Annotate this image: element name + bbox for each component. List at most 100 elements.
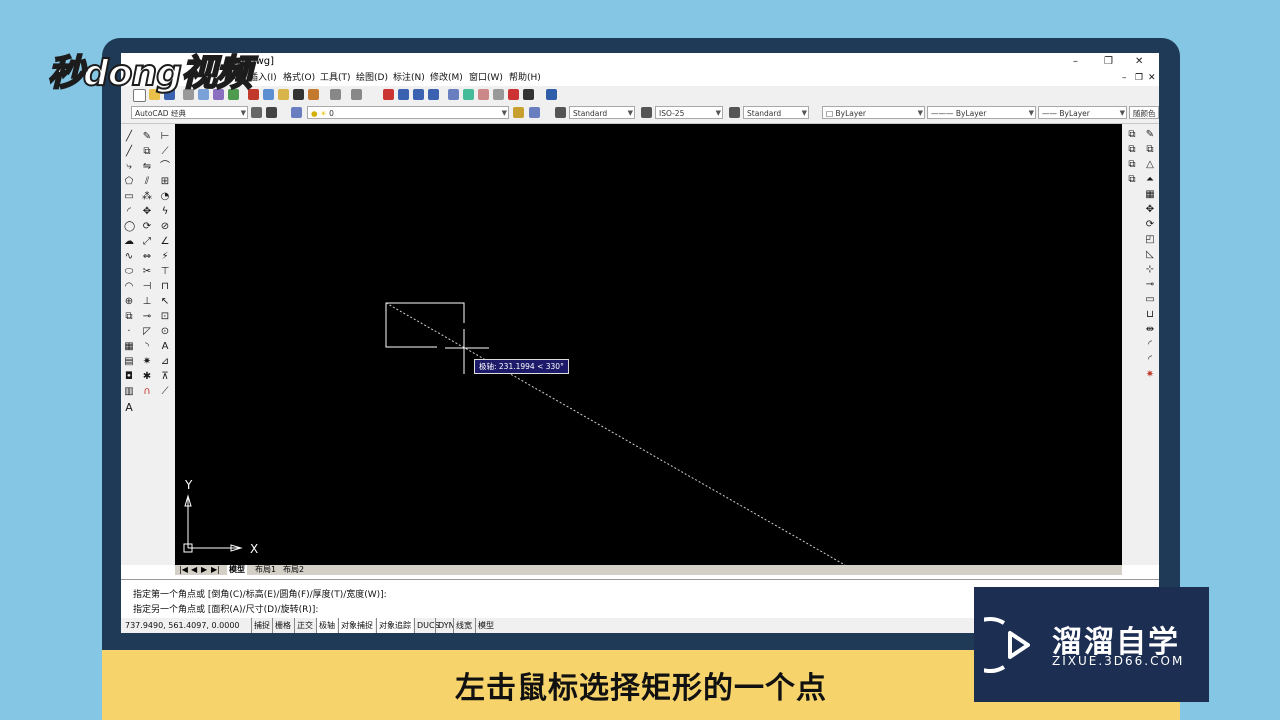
tab-model[interactable]: 模型 — [227, 565, 247, 575]
offset-icon[interactable]: ⫽ — [142, 177, 152, 187]
diameter-dim-icon[interactable]: ⊘ — [160, 222, 170, 232]
polygon-icon[interactable]: ⬠ — [124, 177, 134, 187]
tolerance-icon[interactable]: ⊡ — [160, 312, 170, 322]
scale-icon[interactable]: ◰ — [1145, 235, 1155, 245]
pan-icon[interactable] — [383, 89, 394, 100]
make-current-layer-icon[interactable] — [513, 107, 524, 118]
polyline-icon[interactable]: ⤷ — [124, 162, 134, 172]
insert-block-icon[interactable]: ⊕ — [124, 297, 134, 307]
ellipse-arc-icon[interactable]: ◠ — [124, 282, 134, 292]
trim-icon[interactable]: ⊹ — [1145, 265, 1155, 275]
close-button[interactable]: ✕ — [1135, 53, 1143, 70]
array-icon[interactable]: ⁂ — [142, 192, 152, 202]
join-icon[interactable]: ⊔ — [1145, 310, 1155, 320]
rotate-icon[interactable]: ⟳ — [1145, 220, 1155, 230]
dim-text-edit-icon[interactable]: ⊿ — [160, 357, 170, 367]
color-select[interactable]: □ ByLayer ▼ — [822, 106, 925, 119]
bring-front-icon[interactable]: ⧉ — [1127, 145, 1137, 155]
menu-dimension[interactable]: 标注(N) — [393, 70, 425, 86]
linetype-select[interactable]: ——— ByLayer ▼ — [927, 106, 1036, 119]
quick-dim-icon[interactable]: ⚡ — [160, 252, 170, 262]
continue-dim-icon[interactable]: ⊓ — [160, 282, 170, 292]
drawing-canvas[interactable]: Y X 极轴: 231.1994 < 330° — [175, 124, 1122, 565]
tool-palettes-icon[interactable] — [478, 89, 489, 100]
center-mark-icon[interactable]: ⊙ — [160, 327, 170, 337]
rotate-icon[interactable]: ⟳ — [142, 222, 152, 232]
layer-manager-icon[interactable] — [291, 107, 302, 118]
fillet-icon[interactable]: ◝ — [142, 342, 152, 352]
modify-properties-icon[interactable]: ✱ — [142, 372, 152, 382]
stretch-icon[interactable]: ⇔ — [142, 252, 152, 262]
baseline-dim-icon[interactable]: ⊤ — [160, 267, 170, 277]
menu-help[interactable]: 帮助(H) — [509, 70, 541, 86]
zoom-realtime-icon[interactable] — [398, 89, 409, 100]
tab-nav-prev[interactable]: ◀ — [189, 565, 199, 575]
sheet-set-icon[interactable] — [493, 89, 504, 100]
extend-icon[interactable]: ⊣ — [142, 282, 152, 292]
fillet-icon[interactable]: ◜ — [1145, 340, 1155, 350]
text-style-select[interactable]: Standard ▼ — [569, 106, 635, 119]
gradient-icon[interactable]: ▤ — [124, 357, 134, 367]
stretch-icon[interactable]: ◺ — [1145, 250, 1155, 260]
text-style-icon[interactable] — [555, 107, 566, 118]
revcloud-icon[interactable]: ☁ — [124, 237, 134, 247]
otrack-toggle[interactable]: 对象追踪 — [376, 618, 413, 633]
osnap-toggle[interactable]: 对象捕捉 — [338, 618, 375, 633]
extend-icon[interactable]: ⊸ — [1145, 280, 1155, 290]
magnet-icon[interactable]: ∩ — [142, 387, 152, 397]
paste-icon[interactable] — [278, 89, 289, 100]
tab-layout1[interactable]: 布局1 — [253, 565, 278, 575]
model-toggle[interactable]: 模型 — [475, 618, 496, 633]
region-icon[interactable]: ◘ — [124, 372, 134, 382]
layer-previous-icon[interactable] — [529, 107, 540, 118]
draw-order-icon[interactable]: ⧉ — [1127, 130, 1137, 140]
ortho-toggle[interactable]: 正交 — [294, 618, 315, 633]
join-icon[interactable]: ⊸ — [142, 312, 152, 322]
redo-icon[interactable] — [351, 89, 362, 100]
dim-edit-icon[interactable]: A — [160, 342, 170, 352]
break-icon[interactable]: ⊥ — [142, 297, 152, 307]
snap-toggle[interactable]: 捕捉 — [251, 618, 272, 633]
chamfer-icon[interactable]: ⇹ — [1145, 325, 1155, 335]
menu-draw[interactable]: 绘图(D) — [356, 70, 388, 86]
undo-icon[interactable] — [330, 89, 341, 100]
minimize-button[interactable]: – — [1073, 53, 1078, 70]
zoom-previous-icon[interactable] — [428, 89, 439, 100]
tab-nav-next[interactable]: ▶ — [199, 565, 209, 575]
menu-window[interactable]: 窗口(W) — [469, 70, 503, 86]
explode-icon[interactable]: ✷ — [142, 357, 152, 367]
properties-icon[interactable] — [448, 89, 459, 100]
jogged-dim-icon[interactable]: ϟ — [160, 207, 170, 217]
make-block-icon[interactable]: ⧉ — [124, 312, 134, 322]
design-center-icon[interactable] — [463, 89, 474, 100]
line-icon[interactable]: ╱ — [124, 132, 134, 142]
scale-icon[interactable]: ⤢ — [142, 237, 152, 247]
dim-style-icon[interactable] — [641, 107, 652, 118]
multiline-text-icon[interactable]: A — [124, 402, 134, 413]
tab-nav-first[interactable]: |◀ — [177, 565, 190, 575]
table-style-select[interactable]: Standard ▼ — [743, 106, 809, 119]
radius-dim-icon[interactable]: ◔ — [160, 192, 170, 202]
lineweight-select[interactable]: —— ByLayer ▼ — [1038, 106, 1127, 119]
angular-dim-icon[interactable]: ∠ — [160, 237, 170, 247]
menu-insert[interactable]: 插入(I) — [249, 70, 277, 86]
leader-icon[interactable]: ↖ — [160, 297, 170, 307]
grid-toggle[interactable]: 栅格 — [272, 618, 293, 633]
arc-icon[interactable]: ◜ — [124, 207, 134, 217]
mirror-icon[interactable]: ⇋ — [142, 162, 152, 172]
spline-icon[interactable]: ∿ — [124, 252, 134, 262]
menu-format[interactable]: 格式(O) — [283, 70, 315, 86]
linear-dim-icon[interactable]: ⊢ — [160, 132, 170, 142]
move-icon[interactable]: ✥ — [142, 207, 152, 217]
calculator-icon[interactable] — [523, 89, 534, 100]
match-properties-icon[interactable] — [293, 89, 304, 100]
ordinate-dim-icon[interactable]: ⊞ — [160, 177, 170, 187]
workspace-select[interactable]: AutoCAD 经典 ▼ — [131, 106, 248, 119]
workspace-save-icon[interactable] — [266, 107, 277, 118]
send-back-icon[interactable]: ⧉ — [1127, 160, 1137, 170]
dim-style-select[interactable]: ISO-25 ▼ — [655, 106, 723, 119]
table-style-icon[interactable] — [729, 107, 740, 118]
doc-minimize-button[interactable]: – — [1122, 70, 1127, 86]
doc-close-button[interactable]: ✕ — [1148, 70, 1156, 86]
copy-object-icon[interactable]: ⧉ — [142, 147, 152, 157]
